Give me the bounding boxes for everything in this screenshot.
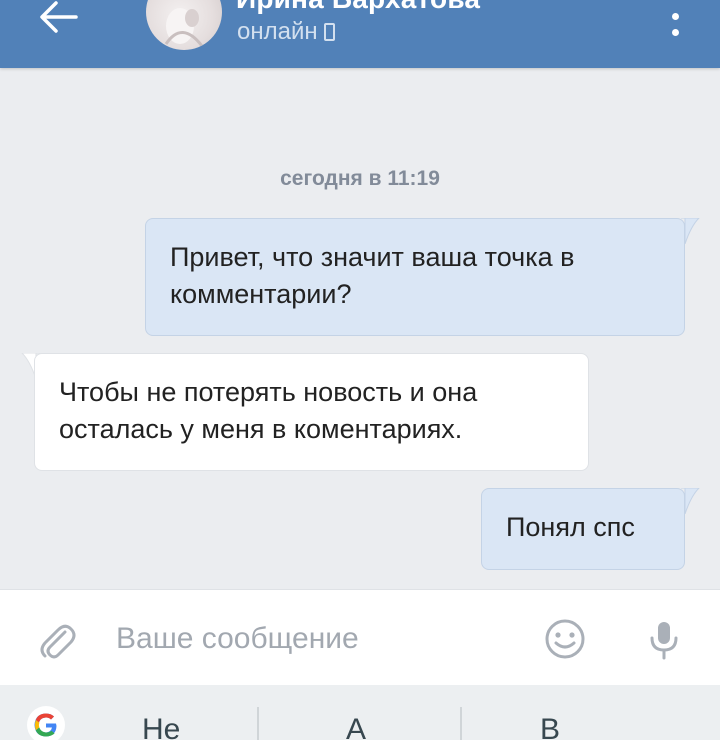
suggestion-divider [460,707,462,740]
message-bubble-outgoing[interactable]: Понял спс [481,488,685,570]
keyboard-suggestion-strip: Не А В [0,685,720,740]
status-text: онлайн [237,18,318,45]
suggestion-word[interactable]: Не [142,713,180,740]
message-composer [0,589,720,686]
paperclip-icon[interactable] [38,620,76,662]
avatar-photo [164,8,204,47]
mobile-phone-icon [323,23,335,41]
smiley-icon[interactable] [543,617,587,661]
more-vertical-icon [671,12,679,20]
message-line: Привет, что значит ваша точка в [170,242,575,272]
contact-avatar[interactable] [146,0,222,50]
contact-name[interactable]: Ирина Бархатова [236,0,480,15]
contact-status: онлайн [237,18,335,46]
google-g-icon[interactable] [27,706,65,740]
more-options-button[interactable] [660,0,690,36]
message-bubble-outgoing[interactable]: Привет, что значит ваша точка в коммента… [145,218,685,336]
message-line: Понял спс [506,512,635,542]
arrow-left-icon [40,1,78,33]
message-input[interactable] [114,612,518,666]
message-line: Чтобы не потерять новость и она [59,377,478,407]
suggestion-word[interactable]: В [540,713,560,740]
suggestion-word[interactable]: А [346,713,366,740]
message-bubble-incoming[interactable]: Чтобы не потерять новость и она осталась… [34,353,589,471]
suggestion-divider [257,707,259,740]
date-separator: сегодня в 11:19 [280,167,440,190]
more-vertical-icon-dot [671,29,679,36]
back-button[interactable] [30,0,86,40]
message-line: комментарии? [170,279,352,309]
chat-header: Ирина Бархатова онлайн [0,0,720,68]
microphone-icon[interactable] [648,620,680,660]
message-line: осталась у меня в коментариях. [59,414,463,444]
